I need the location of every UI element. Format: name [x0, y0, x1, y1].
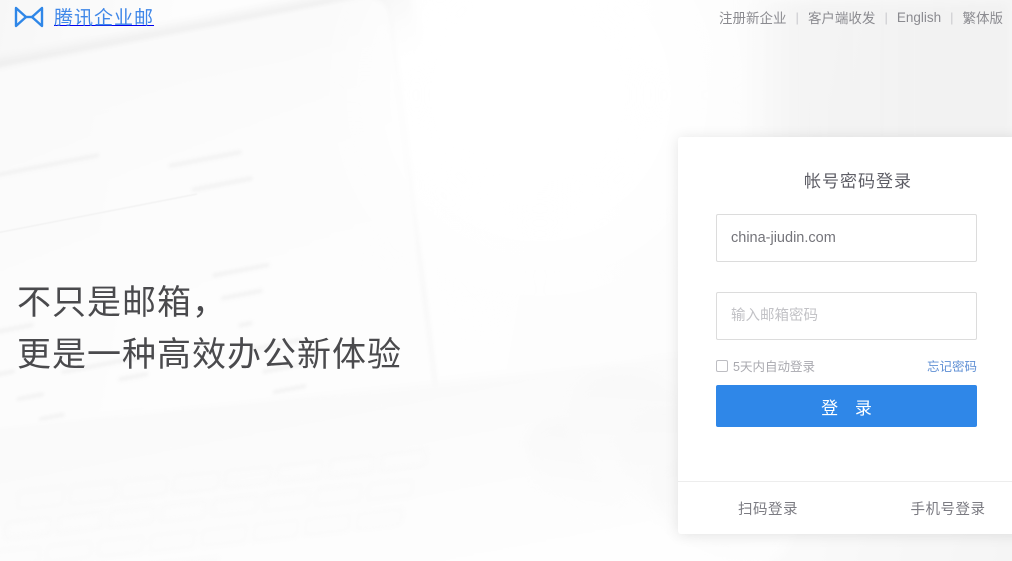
nav-english[interactable]: English — [888, 10, 950, 25]
login-card: 帐号密码登录 5天内自动登录 忘记密码 登 录 扫码登录 手机号登录 — [678, 137, 1012, 534]
auto-login-label: 5天内自动登录 — [733, 360, 815, 374]
login-alternatives: 扫码登录 手机号登录 — [678, 481, 1012, 534]
nav-client-send-receive[interactable]: 客户端收发 — [799, 7, 885, 27]
password-input[interactable] — [731, 293, 962, 339]
login-options-row: 5天内自动登录 忘记密码 — [716, 356, 977, 375]
hero-line-2: 更是一种高效办公新体验 — [17, 336, 402, 374]
brand-name: 腾讯企业邮 — [54, 8, 155, 29]
tencent-exmail-bowtie-logo-icon — [14, 6, 44, 28]
hero-copy: 不只是邮箱， 更是一种高效办公新体验 — [17, 277, 402, 381]
login-page: 腾讯企业邮 注册新企业 | 客户端收发 | English | 繁体版 不只是邮… — [0, 0, 1012, 561]
account-field[interactable] — [716, 214, 977, 262]
login-title: 帐号密码登录 — [804, 172, 912, 191]
brand-logo-link[interactable]: 腾讯企业邮 — [14, 3, 154, 30]
nav-traditional-chinese[interactable]: 繁体版 — [954, 7, 1012, 27]
page-header: 腾讯企业邮 注册新企业 | 客户端收发 | English | 繁体版 — [0, 0, 1012, 30]
auto-login-toggle[interactable]: 5天内自动登录 — [716, 356, 815, 375]
top-navigation: 注册新企业 | 客户端收发 | English | 繁体版 — [710, 7, 1012, 27]
forgot-password-link[interactable]: 忘记密码 — [927, 356, 977, 375]
nav-register-new-enterprise[interactable]: 注册新企业 — [710, 7, 796, 27]
password-field[interactable] — [716, 292, 977, 340]
qr-code-login-link[interactable]: 扫码登录 — [678, 498, 858, 519]
hero-line-1: 不只是邮箱， — [17, 284, 227, 322]
phone-number-login-link[interactable]: 手机号登录 — [858, 498, 1012, 519]
account-input[interactable] — [731, 215, 962, 261]
auto-login-checkbox[interactable] — [716, 359, 728, 372]
login-form: 5天内自动登录 忘记密码 登 录 — [678, 214, 1012, 427]
login-submit-button[interactable]: 登 录 — [716, 385, 977, 427]
